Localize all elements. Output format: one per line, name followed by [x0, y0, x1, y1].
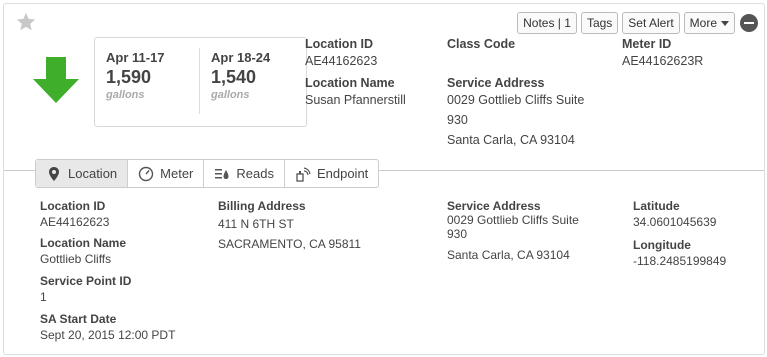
notes-button[interactable]: Notes | 1: [517, 12, 577, 34]
usage-comparison-box: Apr 11-17 1,590 gallons Apr 18-24 1,540 …: [94, 37, 307, 127]
usage-divider: [199, 48, 200, 114]
detail-longitude: Longitude -118.2485199849: [633, 238, 726, 268]
detail-billing-address-line2: SACRAMENTO, CA 95811: [218, 237, 361, 251]
detail-service-address: Service Address 0029 Gottlieb Cliffs Sui…: [447, 199, 579, 262]
tags-button-label: Tags: [586, 16, 613, 30]
tab-meter[interactable]: Meter: [128, 160, 205, 187]
summary-location-id-label: Location ID: [305, 37, 374, 51]
detail-location-name: Location Name Gottlieb Cliffs: [40, 236, 126, 266]
detail-latitude: Latitude 34.0601045639: [633, 199, 716, 229]
tab-location-label: Location: [68, 166, 118, 181]
summary-location-name-label: Location Name: [305, 76, 395, 90]
detail-location-name-label: Location Name: [40, 236, 127, 250]
detail-latitude-label: Latitude: [633, 199, 680, 213]
favorite-star-icon[interactable]: [15, 11, 37, 33]
more-dropdown[interactable]: More: [683, 12, 735, 34]
detail-tabs: Location Meter Reads Endpoint: [35, 159, 380, 188]
detail-location-id: Location ID AE44162623: [40, 199, 109, 229]
detail-location-id-value: AE44162623: [40, 215, 110, 229]
summary-service-address-line1: 0029 Gottlieb Cliffs Suite: [447, 93, 585, 107]
summary-location-id-value: AE44162623: [305, 54, 378, 68]
gauge-icon: [138, 166, 154, 181]
detail-location-id-label: Location ID: [40, 199, 106, 213]
detail-service-address-label: Service Address: [447, 199, 541, 213]
detail-sa-start-date-label: SA Start Date: [40, 312, 117, 326]
account-card: Notes | 1 Tags Set Alert More Apr 11-17 …: [3, 3, 765, 355]
usage-down-arrow-icon: [33, 57, 79, 103]
detail-billing-address-label: Billing Address: [218, 199, 306, 213]
detail-service-address-line1: 0029 Gottlieb Cliffs Suite: [447, 213, 579, 227]
collapse-icon[interactable]: [740, 14, 758, 32]
detail-sa-start-date-value: Sept 20, 2015 12:00 PDT: [40, 328, 176, 342]
summary-service-address-line3: Santa Carla, CA 93104: [447, 133, 575, 147]
usage-period-1: Apr 11-17 1,590 gallons: [106, 50, 165, 101]
tags-button[interactable]: Tags: [580, 12, 619, 34]
detail-service-address-line3: Santa Carla, CA 93104: [447, 248, 570, 262]
map-pin-icon: [49, 166, 59, 181]
usage-period-2-dates: Apr 18-24: [211, 50, 271, 65]
more-dropdown-label: More: [689, 16, 717, 30]
summary-location-id: Location ID AE44162623: [305, 37, 377, 69]
detail-latitude-value: 34.0601045639: [633, 215, 717, 229]
detail-billing-address: Billing Address 411 N 6TH ST SACRAMENTO,…: [218, 199, 361, 253]
usage-period-1-amount: 1,590: [106, 67, 152, 87]
detail-sa-start-date: SA Start Date Sept 20, 2015 12:00 PDT: [40, 312, 175, 342]
summary-service-address-label: Service Address: [447, 76, 545, 90]
detail-service-address-line2: 930: [447, 227, 468, 241]
summary-location-name-value: Susan Pfannerstill: [305, 93, 406, 107]
tab-endpoint[interactable]: Endpoint: [285, 160, 378, 187]
tab-endpoint-label: Endpoint: [316, 166, 369, 181]
summary-location-name: Location Name Susan Pfannerstill: [305, 76, 406, 108]
summary-class-code-label: Class Code: [447, 37, 516, 51]
endpoint-icon: [296, 166, 311, 182]
usage-period-2-unit: gallons: [211, 89, 250, 101]
usage-period-1-dates: Apr 11-17: [106, 50, 165, 65]
tab-reads[interactable]: Reads: [204, 160, 285, 187]
summary-meter-id-value: AE44162623R: [622, 54, 704, 68]
summary-service-address: Service Address 0029 Gottlieb Cliffs Sui…: [447, 76, 584, 150]
reads-icon: [215, 168, 229, 179]
summary-service-address-line2: 930: [447, 113, 468, 127]
detail-service-point-id-value: 1: [40, 290, 47, 304]
detail-service-point-id-label: Service Point ID: [40, 274, 132, 288]
usage-period-2-amount: 1,540: [211, 67, 257, 87]
detail-service-point-id: Service Point ID 1: [40, 274, 131, 304]
summary-meter-id: Meter ID AE44162623R: [622, 37, 703, 69]
detail-longitude-value: -118.2485199849: [633, 254, 727, 268]
caret-down-icon: [721, 20, 729, 26]
tab-meter-label: Meter: [160, 166, 194, 181]
usage-period-2: Apr 18-24 1,540 gallons: [211, 50, 270, 101]
tab-location[interactable]: Location: [36, 160, 129, 187]
detail-location-name-value: Gottlieb Cliffs: [40, 252, 112, 266]
notes-button-label: Notes | 1: [523, 16, 571, 30]
detail-billing-address-line1: 411 N 6TH ST: [218, 217, 294, 231]
summary-class-code: Class Code: [447, 37, 515, 54]
toolbar: Notes | 1 Tags Set Alert More: [513, 12, 758, 34]
set-alert-button[interactable]: Set Alert: [622, 12, 680, 34]
summary-meter-id-label: Meter ID: [622, 37, 672, 51]
set-alert-button-label: Set Alert: [628, 16, 674, 30]
tab-reads-label: Reads: [236, 166, 274, 181]
detail-longitude-label: Longitude: [633, 238, 691, 252]
usage-period-1-unit: gallons: [106, 89, 145, 101]
